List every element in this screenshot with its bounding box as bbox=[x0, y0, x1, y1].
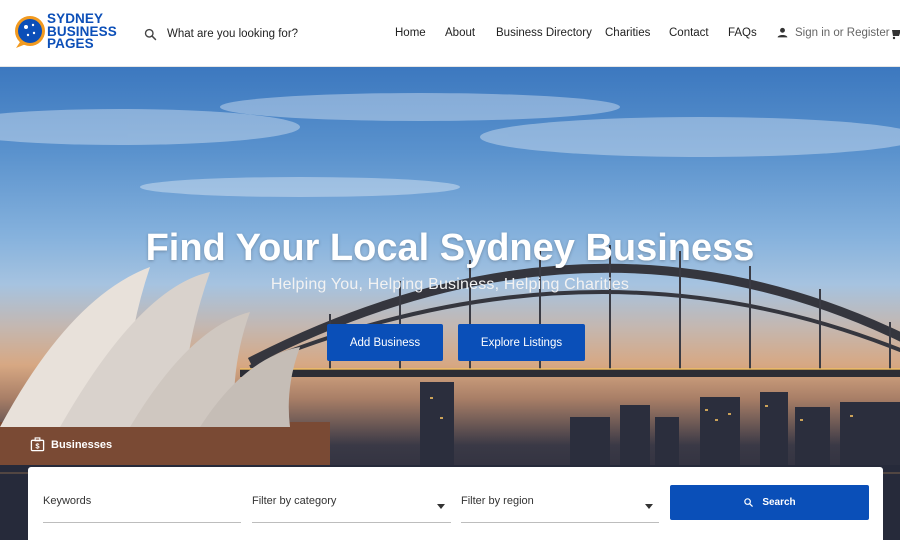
header-search[interactable]: What are you looking for? bbox=[143, 26, 298, 42]
region-placeholder: Filter by region bbox=[461, 495, 534, 507]
logo-pin-icon bbox=[15, 16, 45, 48]
hero-subtitle: Helping You, Helping Business, Helping C… bbox=[270, 276, 630, 293]
chevron-down-icon bbox=[645, 504, 653, 509]
tab-businesses-label: Businesses bbox=[51, 438, 113, 451]
nav-business-directory[interactable]: Business Directory bbox=[496, 27, 592, 41]
region-select[interactable]: Filter by region bbox=[461, 487, 659, 523]
logo-line: PAGES bbox=[47, 36, 94, 51]
user-icon bbox=[777, 27, 788, 38]
keywords-field[interactable]: Keywords bbox=[43, 487, 241, 523]
nav-contact[interactable]: Contact bbox=[669, 27, 709, 41]
site-header: SYDNEY BUSINESS PAGES What are you looki… bbox=[0, 0, 900, 67]
briefcase-dollar-icon: $ bbox=[30, 437, 45, 452]
logo-text: SYDNEY BUSINESS PAGES bbox=[47, 12, 117, 51]
category-select[interactable]: Filter by category bbox=[252, 487, 451, 523]
category-placeholder: Filter by category bbox=[252, 495, 337, 507]
search-button-label: Search bbox=[762, 497, 796, 508]
tab-businesses[interactable]: $ Businesses bbox=[30, 437, 112, 452]
nav-charities[interactable]: Charities bbox=[605, 27, 650, 41]
chevron-down-icon bbox=[437, 504, 445, 509]
cart-icon[interactable] bbox=[890, 27, 900, 40]
search-icon bbox=[744, 498, 754, 507]
hero-title: Find Your Local Sydney Business bbox=[145, 227, 755, 269]
search-icon bbox=[144, 28, 157, 40]
search-placeholder: What are you looking for? bbox=[167, 28, 299, 40]
add-business-button[interactable]: Add Business bbox=[327, 324, 443, 361]
svg-text:$: $ bbox=[35, 442, 40, 451]
nav-faqs[interactable]: FAQs bbox=[728, 27, 757, 41]
explore-listings-button[interactable]: Explore Listings bbox=[458, 324, 585, 361]
search-panel: Keywords Filter by category Filter by re… bbox=[28, 467, 883, 540]
nav-about[interactable]: About bbox=[445, 27, 475, 41]
signin-link[interactable]: Sign in or Register bbox=[776, 26, 890, 39]
search-button[interactable]: Search bbox=[670, 485, 869, 520]
nav-home[interactable]: Home bbox=[395, 27, 426, 41]
signin-label: Sign in or Register bbox=[795, 26, 890, 39]
site-logo[interactable]: SYDNEY BUSINESS PAGES bbox=[12, 12, 132, 56]
keywords-placeholder: Keywords bbox=[43, 495, 92, 507]
